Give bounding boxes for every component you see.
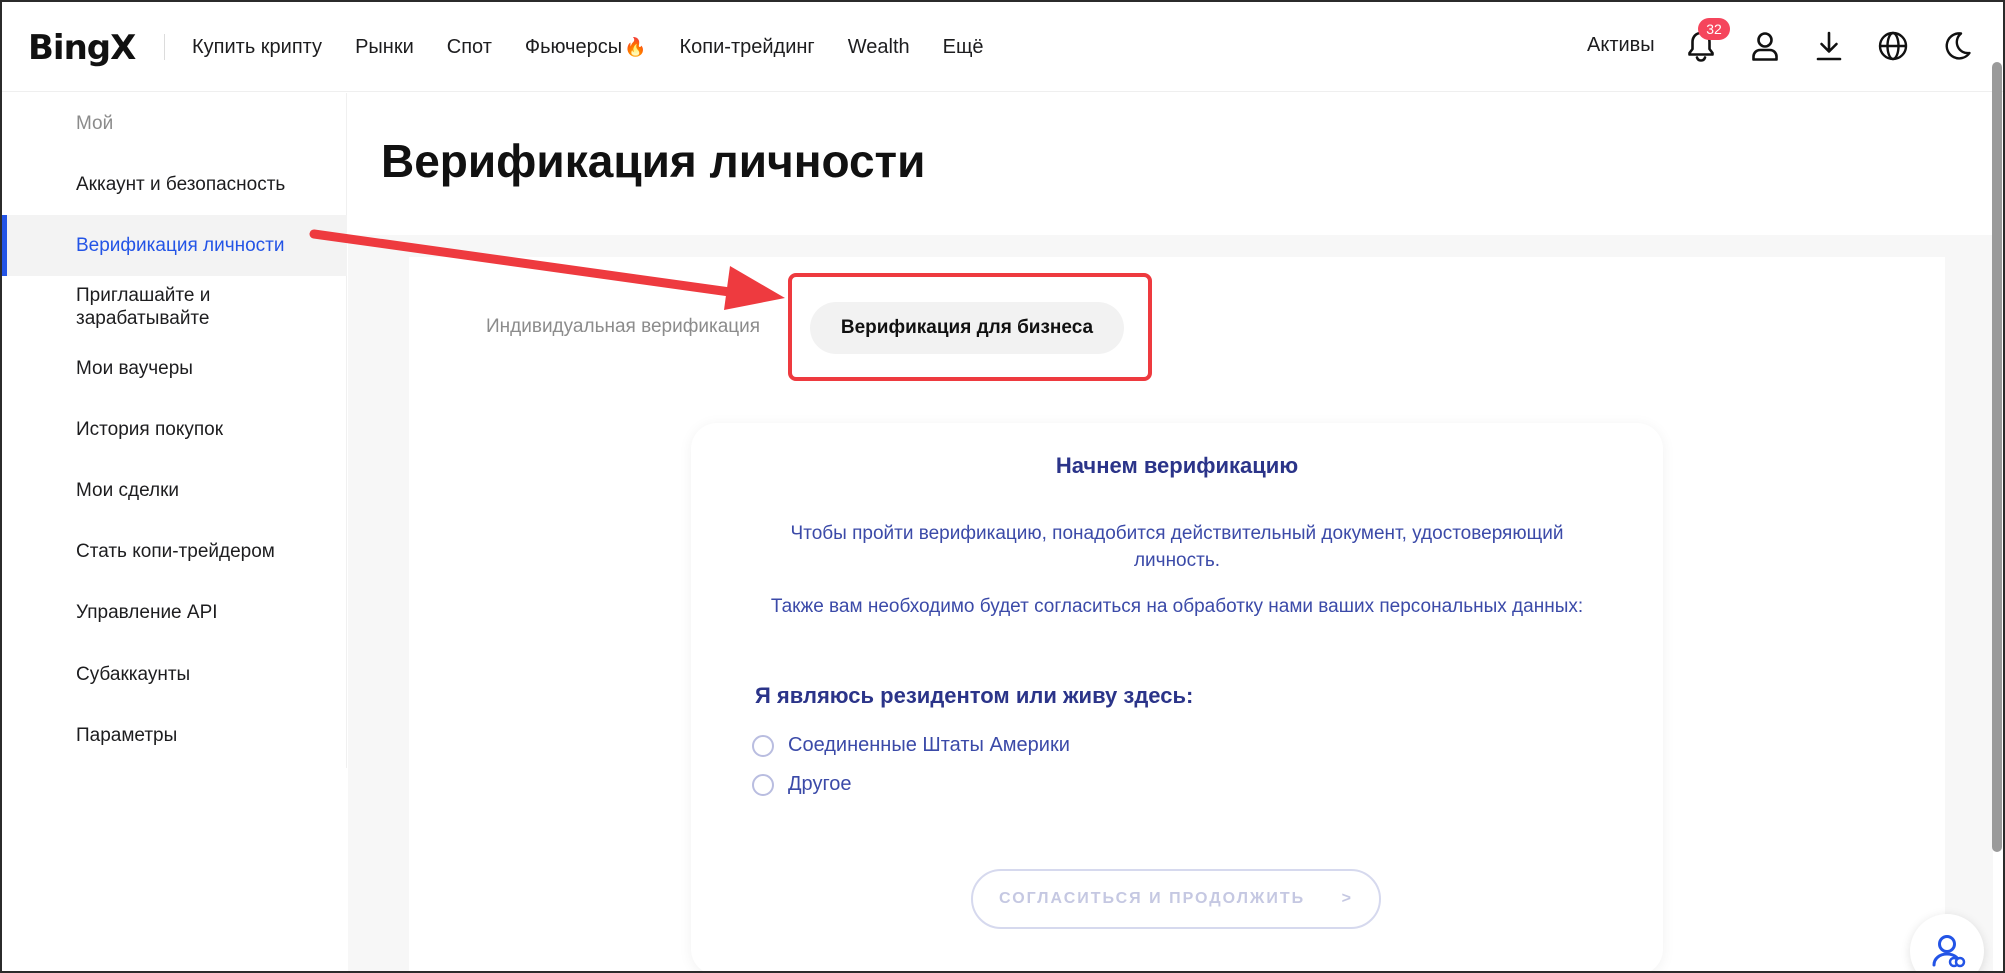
main-nav: Купить крипту Рынки Спот Фьючерсы 🔥 Копи-… — [192, 2, 1017, 92]
assets-link[interactable]: Активы — [1587, 34, 1655, 57]
tab-individual-verification[interactable]: Индивидуальная верификация — [486, 316, 760, 338]
top-header: BingX Купить крипту Рынки Спот Фьючерсы 🔥… — [2, 2, 2003, 92]
card-document-text: Чтобы пройти верификацию, понадобится де… — [790, 523, 1564, 571]
page-title: Верификация личности — [381, 135, 926, 187]
chevron-right-icon: > — [1341, 890, 1353, 907]
sidebar-item-invite-earn[interactable]: Приглашайте и зарабатывайте — [2, 284, 292, 330]
nav-spot[interactable]: Спот — [447, 36, 492, 59]
sidebar-heading: Мой — [76, 113, 114, 134]
logo-divider — [164, 34, 165, 60]
moon-icon[interactable] — [1939, 28, 1975, 64]
annotation-highlight-box — [788, 273, 1152, 381]
download-icon[interactable] — [1811, 28, 1847, 64]
browser-window: BingX Купить крипту Рынки Спот Фьючерсы 🔥… — [0, 0, 2005, 973]
sidebar-item-identity-verification[interactable]: Верификация личности — [2, 215, 347, 276]
nav-wealth[interactable]: Wealth — [848, 36, 910, 59]
radio-circle[interactable] — [752, 773, 774, 796]
radio-circle[interactable] — [752, 734, 774, 757]
nav-buy-crypto[interactable]: Купить крипту — [192, 36, 322, 59]
nav-more[interactable]: Ещё — [943, 36, 984, 59]
radio-label-other: Другое — [788, 773, 852, 795]
nav-futures-label: Фьючерсы — [524, 35, 623, 58]
sidebar-item-api-management[interactable]: Управление API — [2, 601, 347, 624]
sidebar-item-purchase-history[interactable]: История покупок — [2, 418, 347, 441]
notification-badge: 32 — [1698, 18, 1730, 40]
nav-copy-trading[interactable]: Копи-трейдинг — [680, 36, 815, 59]
agree-continue-button[interactable]: СОГЛАСИТЬСЯ И ПРОДОЛЖИТЬ > — [971, 869, 1381, 929]
radio-option-usa[interactable]: Соединенные Штаты Америки — [752, 734, 1070, 757]
user-icon[interactable] — [1747, 28, 1783, 64]
sidebar-item-account-security[interactable]: Аккаунт и безопасность — [2, 173, 347, 196]
nav-markets[interactable]: Рынки — [355, 36, 414, 59]
agree-continue-label: СОГЛАСИТЬСЯ И ПРОДОЛЖИТЬ — [999, 890, 1306, 907]
page-scrollbar[interactable] — [1992, 62, 2002, 852]
sidebar-item-my-trades[interactable]: Мои сделки — [2, 479, 347, 502]
residence-question: Я являюсь резидентом или живу здесь: — [755, 683, 1194, 708]
sidebar-item-subaccounts[interactable]: Субаккаунты — [2, 663, 347, 686]
radio-option-other[interactable]: Другое — [752, 773, 852, 796]
nav-futures[interactable]: Фьючерсы 🔥 — [525, 36, 647, 59]
support-agent-icon — [1932, 935, 1966, 968]
sidebar-item-become-copy-trader[interactable]: Стать копи-трейдером — [2, 540, 347, 563]
card-consent-text: Также вам необходимо будет согласиться н… — [770, 596, 1584, 617]
radio-label-usa: Соединенные Штаты Америки — [788, 734, 1070, 756]
bingx-logo[interactable]: BingX — [28, 28, 136, 68]
sidebar-item-vouchers[interactable]: Мои ваучеры — [2, 357, 347, 380]
verification-start-card: Начнем верификацию Чтобы пройти верифика… — [691, 423, 1663, 971]
fire-icon: 🔥 — [624, 36, 647, 57]
sidebar-item-settings[interactable]: Параметры — [2, 724, 347, 747]
globe-icon[interactable] — [1875, 28, 1911, 64]
card-title: Начнем верификацию — [1055, 453, 1299, 478]
